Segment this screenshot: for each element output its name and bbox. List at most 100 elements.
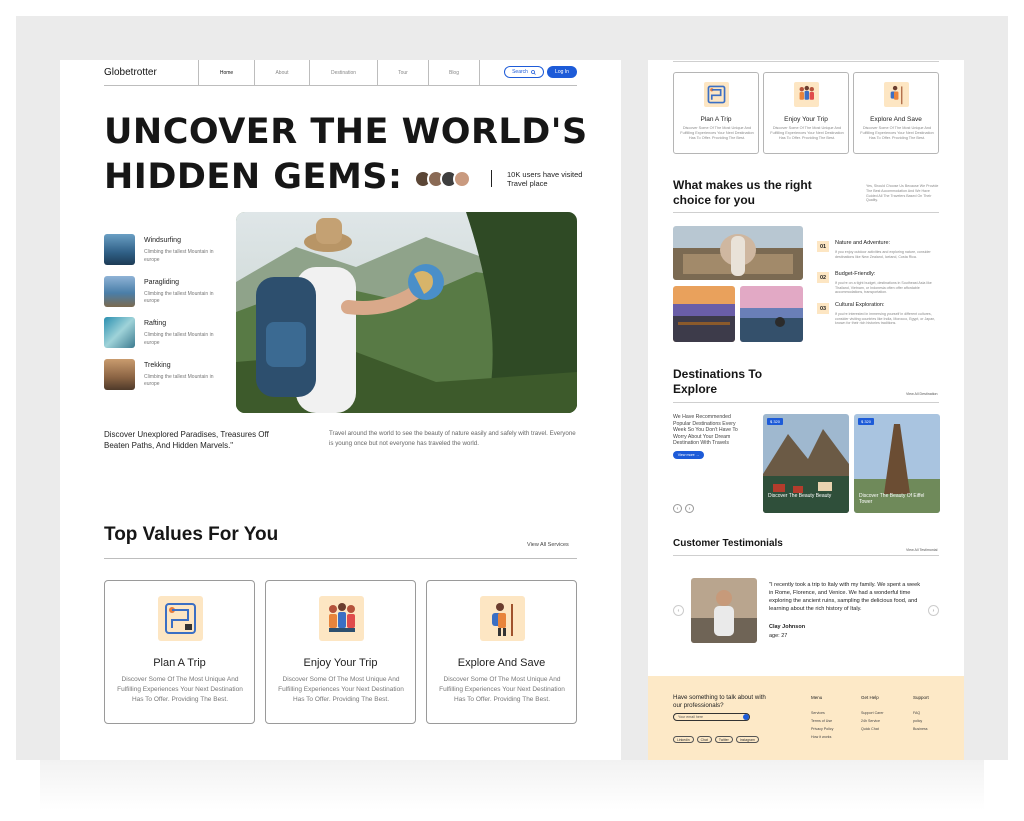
search-button[interactable]: Search	[504, 66, 544, 78]
section-divider	[673, 555, 939, 556]
value-card-explore[interactable]: Explore And Save Discover Some Of The Mo…	[853, 72, 939, 154]
footer-column-heading: Menu	[811, 695, 823, 700]
view-more-label: View more	[677, 453, 695, 457]
login-button[interactable]: Log In	[547, 66, 577, 78]
footer-link[interactable]: FAQ	[913, 711, 929, 715]
bay-overlook-photo	[740, 286, 803, 342]
footer-link[interactable]: Support Carer	[861, 711, 884, 715]
reason-item: 01 Nature and Adventure: If you enjoy ou…	[817, 240, 942, 271]
group-travelers-icon	[319, 596, 364, 641]
nav-tour[interactable]: Tour	[377, 60, 428, 85]
user-avatars	[414, 170, 471, 188]
prev-testimonial-button[interactable]: ‹	[673, 605, 684, 616]
card-title: Enjoy Your Trip	[303, 657, 378, 669]
nav-destination[interactable]: Destination	[309, 60, 377, 85]
rafting-thumbnail	[104, 317, 135, 348]
footer-link[interactable]: How it works	[811, 735, 833, 739]
section-divider	[673, 402, 939, 403]
next-testimonial-button[interactable]: ›	[928, 605, 939, 616]
route-plan-icon	[704, 82, 729, 107]
value-card-plan[interactable]: Plan A Trip Discover Some Of The Most Un…	[673, 72, 759, 154]
footer-link[interactable]: Privacy Policy	[811, 727, 833, 731]
landing-page-right: Plan A Trip Discover Some Of The Most Un…	[648, 60, 964, 760]
nav-home[interactable]: Home	[198, 60, 254, 85]
top-values-title: Top Values For You	[104, 524, 279, 545]
search-label: Search	[512, 69, 528, 75]
footer-help-column: Get Help Support Carer 24h Service Quick…	[861, 695, 884, 735]
reason-title: Budget-Friendly:	[835, 271, 876, 277]
reason-item: 03 Cultural Exploration: If you're inter…	[817, 302, 942, 333]
footer-link[interactable]: Business	[913, 727, 929, 731]
social-twitter[interactable]: Twitter	[714, 736, 733, 743]
social-instagram[interactable]: Instagram	[735, 736, 759, 743]
footer-link[interactable]: 24h Service	[861, 719, 884, 723]
footer-link[interactable]: Terms of Use	[811, 719, 833, 723]
value-cards-small: Plan A Trip Discover Some Of The Most Un…	[673, 72, 939, 154]
card-title: Plan A Trip	[153, 657, 206, 669]
prev-destination-button[interactable]: ‹	[673, 504, 682, 513]
card-title: Enjoy Your Trip	[784, 116, 828, 123]
windsurfing-thumbnail	[104, 234, 135, 265]
view-more-button[interactable]: View more →	[673, 451, 704, 459]
send-email-button[interactable]	[743, 714, 749, 720]
card-description: Discover Some Of The Most Unique And Ful…	[680, 126, 754, 140]
sunset-deck-photo	[673, 286, 735, 342]
group-travelers-icon	[794, 82, 819, 107]
testimonial-quote: "I recently took a trip to Italy with my…	[769, 582, 921, 612]
why-us-note: Yes, Should Choose Us Because We Provide…	[866, 184, 939, 203]
activity-subtitle: Climbing the tallest Mountain in europe	[144, 249, 214, 263]
value-card-enjoy[interactable]: Enjoy Your Trip Discover Some Of The Mos…	[763, 72, 849, 154]
footer-column-heading: Get Help	[861, 695, 879, 700]
activity-title: Trekking	[144, 361, 171, 369]
search-icon	[531, 69, 536, 75]
brand-logo[interactable]: Globetrotter	[104, 67, 157, 78]
hero-description: Travel around the world to see the beaut…	[329, 430, 576, 447]
value-card-explore[interactable]: Explore And Save Discover Some Of The Mo…	[426, 580, 577, 724]
social-linkedin[interactable]: Linkedin	[673, 736, 694, 743]
avatar	[453, 170, 471, 188]
reason-description: If you enjoy outdoor activities and expl…	[835, 250, 931, 259]
activity-title: Rafting	[144, 320, 167, 327]
reason-description: If you're interested in immersing yourse…	[835, 312, 936, 326]
destinations-description: We Have Recommended Popular Destinations…	[673, 414, 738, 446]
footer-link[interactable]: Services	[811, 711, 833, 715]
trekking-thumbnail	[104, 358, 135, 390]
reason-number: 03	[817, 303, 829, 314]
footer-support-column: Support FAQ policy Business	[913, 695, 929, 735]
footer: Have something to talk about with our pr…	[648, 676, 964, 760]
footer-link[interactable]: policy	[913, 719, 929, 723]
value-card-enjoy[interactable]: Enjoy Your Trip Discover Some Of The Mos…	[265, 580, 416, 724]
nav-about[interactable]: About	[254, 60, 309, 85]
price-badge: $ 320	[858, 418, 875, 425]
footer-menu-column: Menu Services Terms of Use Privacy Polic…	[811, 695, 833, 743]
nav-blog[interactable]: Blog	[428, 60, 480, 85]
customer-photo	[691, 578, 757, 643]
activity-subtitle: Climbing the tallest Mountain in europe	[144, 332, 214, 346]
footer-column-heading: Support	[913, 695, 929, 700]
reason-number: 01	[817, 241, 829, 252]
destination-card[interactable]: $ 320 Discover The Beauty Of Eiffel Towe…	[854, 414, 940, 513]
next-destination-button[interactable]: ›	[685, 504, 694, 513]
destination-name: Discover The Beauty Beauty	[768, 493, 832, 499]
card-title: Explore And Save	[870, 116, 922, 123]
footer-cta: Have something to talk about with our pr…	[673, 694, 766, 709]
destinations-title: Destinations To Explore	[673, 367, 763, 396]
value-card-plan[interactable]: Plan A Trip Discover Some Of The Most Un…	[104, 580, 255, 724]
email-field[interactable]: Your email here	[673, 713, 750, 721]
reason-number: 02	[817, 272, 829, 283]
view-all-testimonials-link[interactable]: View All Testimonial	[906, 548, 937, 552]
view-all-destinations-link[interactable]: View All Destination	[906, 392, 938, 396]
reason-description: If you're on a tight budget, destination…	[835, 281, 932, 295]
destination-card[interactable]: $ 320 Discover The Beauty Beauty	[763, 414, 849, 513]
hero-tagline: Discover Unexplored Paradises, Treasures…	[104, 430, 269, 450]
destination-name: Discover The Beauty Of Eiffel Tower	[859, 493, 925, 505]
social-chat[interactable]: Chat	[696, 736, 712, 743]
card-description: Discover Some Of The Most Unique And Ful…	[117, 676, 243, 703]
view-all-services-link[interactable]: View All Services	[527, 542, 569, 548]
backpacker-icon	[480, 596, 525, 641]
reason-item: 02 Budget-Friendly: If you're on a tight…	[817, 271, 942, 302]
paragliding-thumbnail	[104, 275, 135, 307]
reasons-list: 01 Nature and Adventure: If you enjoy ou…	[817, 240, 942, 333]
card-description: Discover Some Of The Most Unique And Ful…	[439, 676, 565, 703]
footer-link[interactable]: Quick Chat	[861, 727, 884, 731]
